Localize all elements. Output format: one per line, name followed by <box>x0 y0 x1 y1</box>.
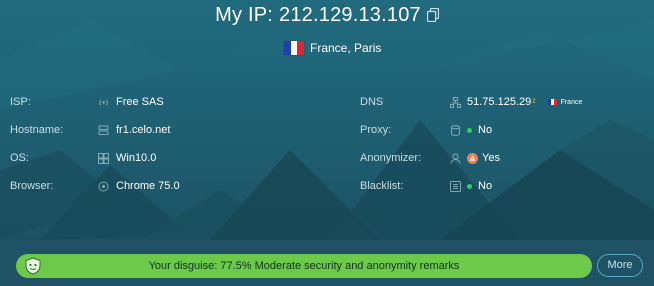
proxy-value: No <box>478 124 493 136</box>
ip-label: My IP: <box>215 4 274 26</box>
disguise-text: Your disguise: 77.5% Moderate security a… <box>148 260 460 272</box>
ip-title: My IP: 212.129.13.107 <box>0 4 654 27</box>
dns-value: 51.75.125.29 <box>467 96 532 108</box>
isp-label: ISP: <box>10 96 31 108</box>
hostname-value: fr1.celo.net <box>116 124 171 136</box>
location: France, Paris <box>284 41 381 55</box>
anonymizer-value-group: Yes <box>467 152 500 164</box>
location-text: France, Paris <box>310 41 382 55</box>
server-icon <box>98 125 109 135</box>
anonymizer-label: Anonymizer: <box>360 152 422 164</box>
france-flag-icon <box>547 99 557 105</box>
ip-value[interactable]: 212.129.13.107 <box>279 4 421 26</box>
hostname-label: Hostname: <box>10 124 64 136</box>
user-mask-icon <box>450 153 461 164</box>
os-value: Win10.0 <box>116 152 157 164</box>
dns-value-group: 51.75.125.29 2 France <box>467 96 582 108</box>
status-ok-dot <box>467 183 472 189</box>
wifi-icon <box>99 99 108 106</box>
globe-icon <box>98 181 109 192</box>
anonymizer-value: Yes <box>482 152 500 164</box>
browser-label: Browser: <box>10 180 54 192</box>
windows-icon <box>98 153 109 164</box>
copy-icon[interactable] <box>426 8 439 22</box>
blacklist-label: Blacklist: <box>360 180 404 192</box>
disguise-bar: Your disguise: 77.5% Moderate security a… <box>16 254 592 278</box>
more-button[interactable]: More <box>597 254 643 277</box>
dns-count-superscript: 2 <box>532 99 536 105</box>
status-ok-dot <box>467 127 472 133</box>
isp-value: Free SAS <box>116 96 164 108</box>
dns-label: DNS <box>360 96 384 108</box>
dns-country-name: France <box>560 98 583 106</box>
browser-value: Chrome 75.0 <box>116 180 180 192</box>
blacklist-value-group: No <box>467 180 492 192</box>
proxy-value-group: No <box>467 124 492 136</box>
list-icon <box>450 181 461 192</box>
proxy-label: Proxy: <box>360 124 392 136</box>
os-label: OS: <box>10 152 29 164</box>
france-flag-icon <box>284 41 305 55</box>
disguise-panel: Your disguise: 77.5% Moderate security a… <box>0 240 654 286</box>
network-icon <box>450 97 461 108</box>
blacklist-value: No <box>478 180 493 192</box>
warning-icon <box>467 152 478 164</box>
database-icon <box>451 125 460 136</box>
dns-country: France <box>547 98 583 106</box>
